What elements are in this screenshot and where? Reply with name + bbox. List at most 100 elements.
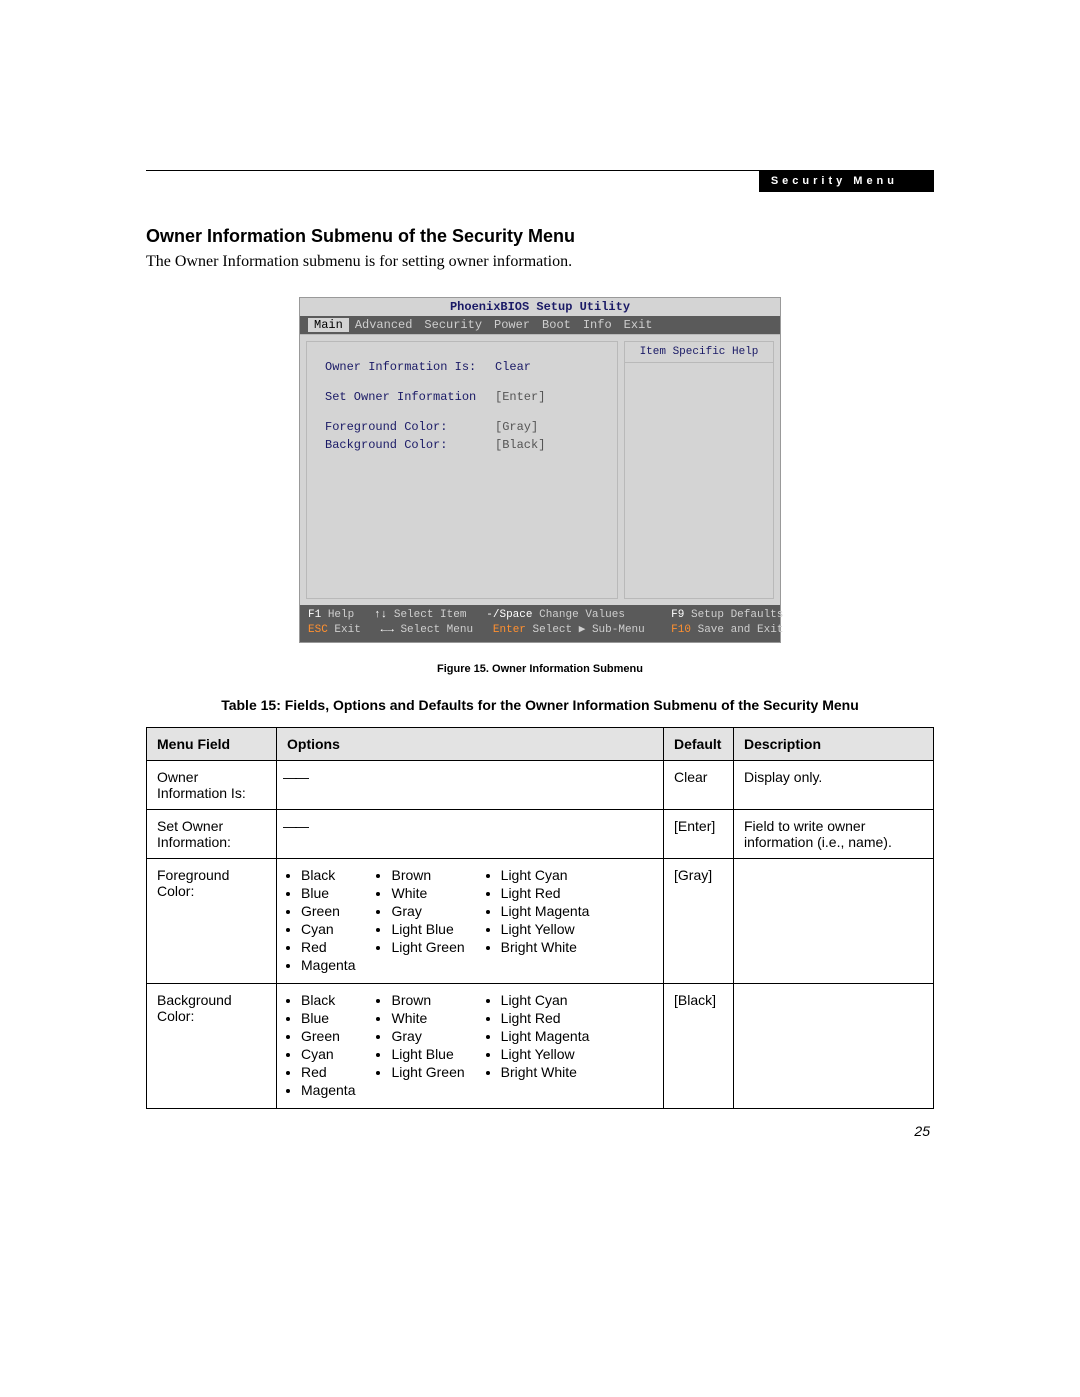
option-item: Light Magenta [501, 903, 590, 919]
key-updown: ↑↓ [374, 608, 387, 623]
bios-field-value: [Enter] [495, 390, 545, 404]
lbl-save-exit: Save and Exit [698, 623, 784, 638]
option-item: Cyan [301, 921, 355, 937]
option-item: Light Blue [391, 1046, 464, 1062]
option-item: Green [301, 903, 355, 919]
bios-menu-boot[interactable]: Boot [542, 318, 583, 332]
bios-menubar: Main Advanced Security Power Boot Info E… [300, 316, 780, 334]
bios-menu-power[interactable]: Power [494, 318, 542, 332]
option-item: Gray [391, 903, 464, 919]
bios-menu-info[interactable]: Info [583, 318, 624, 332]
cell-default: [Enter] [664, 810, 734, 859]
option-item: Blue [301, 885, 355, 901]
cell-menu-field: Set Owner Information: [147, 810, 277, 859]
lbl-help: Help [328, 608, 354, 623]
key-f9: F9 [671, 608, 684, 623]
bios-field-value: Clear [495, 360, 531, 374]
lbl-select-menu: Select Menu [400, 623, 473, 638]
option-item: Blue [301, 1010, 355, 1026]
option-item: Red [301, 1064, 355, 1080]
bios-field-label: Set Owner Information [325, 390, 495, 404]
option-item: Light Magenta [501, 1028, 590, 1044]
section-intro: The Owner Information submenu is for set… [146, 253, 934, 271]
cell-default: [Black] [664, 984, 734, 1109]
option-item: Light Green [391, 939, 464, 955]
option-item: Green [301, 1028, 355, 1044]
options-column: BrownWhiteGrayLight BlueLight Green [373, 992, 464, 1100]
bios-figure: PhoenixBIOS Setup Utility Main Advanced … [299, 297, 781, 643]
lbl-setup-defaults: Setup Defaults [691, 608, 783, 623]
option-item: Light Cyan [501, 992, 590, 1008]
option-item: Bright White [501, 939, 590, 955]
bios-help-title: Item Specific Help [625, 342, 773, 363]
cell-description: Display only. [734, 761, 934, 810]
key-enter: Enter [493, 623, 526, 638]
cell-menu-field: Foreground Color: [147, 859, 277, 984]
cell-options: BlackBlueGreenCyanRedMagentaBrownWhiteGr… [277, 984, 664, 1109]
bios-menu-advanced[interactable]: Advanced [355, 318, 425, 332]
bios-menu-main[interactable]: Main [308, 318, 349, 332]
key-leftright: ←→ [381, 623, 394, 638]
fields-table: Menu Field Options Default Description O… [146, 727, 934, 1109]
bios-field-set-owner-info[interactable]: Set Owner Information [Enter] [325, 390, 603, 404]
cell-description [734, 859, 934, 984]
key-pmspace: -/Space [486, 608, 532, 623]
lbl-select-item: Select Item [394, 608, 467, 623]
table-row: Foreground Color:BlackBlueGreenCyanRedMa… [147, 859, 934, 984]
bios-field-value: [Black] [495, 438, 545, 452]
option-item: Light Red [501, 885, 590, 901]
cell-menu-field: Background Color: [147, 984, 277, 1109]
table-row: Set Owner Information:——[Enter]Field to … [147, 810, 934, 859]
table-row: Owner Information Is:——ClearDisplay only… [147, 761, 934, 810]
lbl-exit: Exit [334, 623, 360, 638]
section-heading: Owner Information Submenu of the Securit… [146, 226, 934, 247]
bios-title: PhoenixBIOS Setup Utility [300, 298, 780, 316]
option-item: Light Yellow [501, 921, 590, 937]
cell-default: [Gray] [664, 859, 734, 984]
bios-footer: F1 Help ↑↓ Select Item -/Space Change Va… [300, 605, 780, 642]
option-item: White [391, 885, 464, 901]
bios-field-bg-color[interactable]: Background Color: [Black] [325, 438, 603, 452]
cell-options: —— [277, 761, 664, 810]
bios-field-label: Owner Information Is: [325, 360, 495, 374]
option-item: Light Red [501, 1010, 590, 1026]
options-column: Black Blue Green Cyan Red Magenta [283, 992, 355, 1100]
options-column: Light Cyan Light Red Light Magenta Light Ye… [483, 867, 590, 975]
table-header-row: Menu Field Options Default Description [147, 728, 934, 761]
key-f1: F1 [308, 608, 321, 623]
bios-fields-panel: Owner Information Is: Clear Set Owner In… [306, 341, 618, 599]
th-menu-field: Menu Field [147, 728, 277, 761]
header-tab: Security Menu [146, 170, 934, 196]
bios-menu-exit[interactable]: Exit [624, 318, 665, 332]
cell-menu-field: Owner Information Is: [147, 761, 277, 810]
page-number: 25 [914, 1123, 930, 1139]
th-default: Default [664, 728, 734, 761]
bios-field-label: Background Color: [325, 438, 495, 452]
th-options: Options [277, 728, 664, 761]
options-column: BrownWhiteGrayLight BlueLight Green [373, 867, 464, 975]
option-item: Gray [391, 1028, 464, 1044]
th-description: Description [734, 728, 934, 761]
cell-description: Field to write owner information (i.e., … [734, 810, 934, 859]
option-item: Cyan [301, 1046, 355, 1062]
lbl-change-values: Change Values [539, 608, 625, 623]
option-item: White [391, 1010, 464, 1026]
bios-field-label: Foreground Color: [325, 420, 495, 434]
cell-options: —— [277, 810, 664, 859]
key-esc: ESC [308, 623, 328, 638]
bios-help-panel: Item Specific Help [624, 341, 774, 599]
bios-field-fg-color[interactable]: Foreground Color: [Gray] [325, 420, 603, 434]
option-item: Light Green [391, 1064, 464, 1080]
table-caption: Table 15: Fields, Options and Defaults f… [146, 697, 934, 713]
header-tab-label: Security Menu [759, 170, 934, 192]
option-item: Light Yellow [501, 1046, 590, 1062]
option-item: Magenta [301, 1082, 355, 1098]
option-item: Light Blue [391, 921, 464, 937]
cell-options: BlackBlueGreenCyanRedMagentaBrownWhiteGr… [277, 859, 664, 984]
option-item: Black [301, 992, 355, 1008]
option-item: Black [301, 867, 355, 883]
figure-caption: Figure 15. Owner Information Submenu [146, 663, 934, 675]
option-item: Light Cyan [501, 867, 590, 883]
bios-field-value: [Gray] [495, 420, 538, 434]
bios-menu-security[interactable]: Security [424, 318, 494, 332]
